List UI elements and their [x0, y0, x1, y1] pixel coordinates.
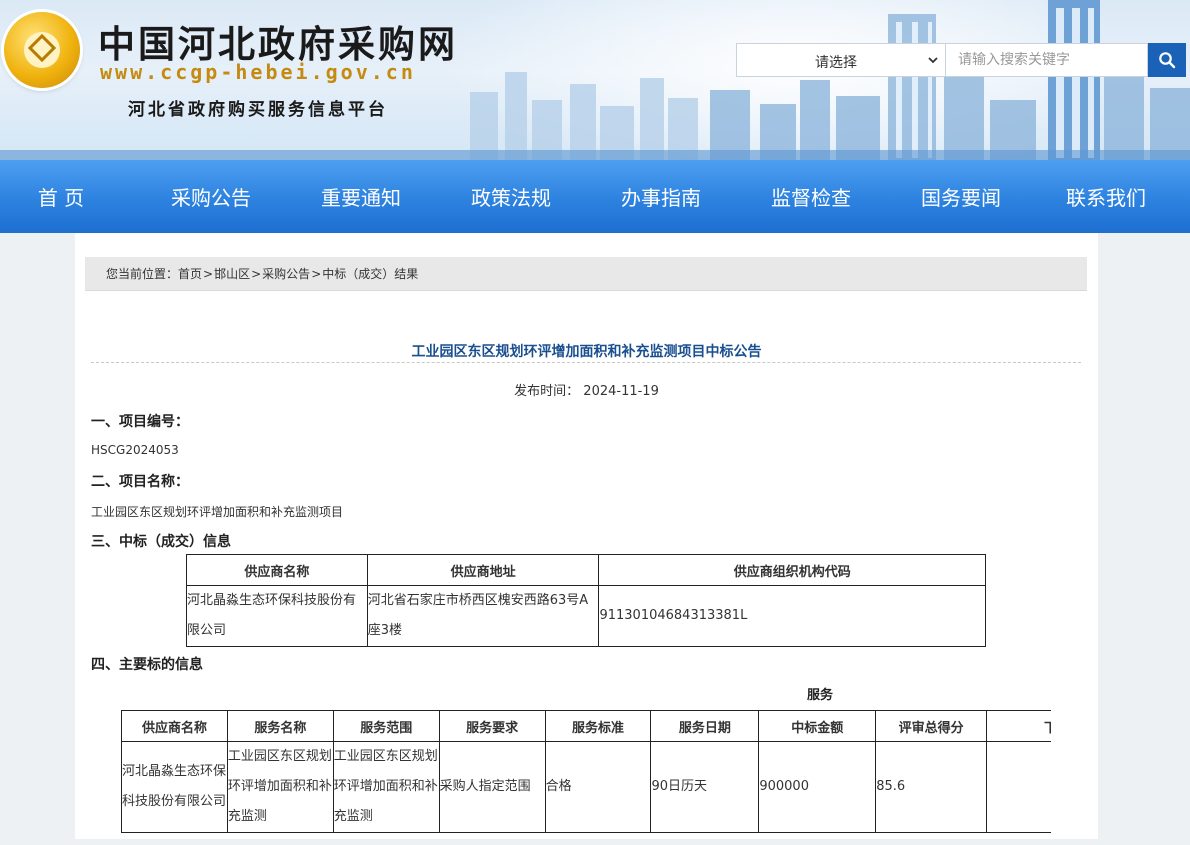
- project-name: 工业园区东区规划环评增加面积和补充监测项目: [91, 505, 344, 519]
- table-header-cell: 服务名称: [226, 710, 334, 742]
- table-header-cell: 评审总得分: [875, 710, 988, 742]
- nav-item-procurement-notice[interactable]: 采购公告: [122, 160, 300, 233]
- nav-item-home[interactable]: 首 页: [0, 160, 122, 233]
- service-name-cell: 工业园区东区规划环评增加面积和补充监测: [226, 741, 334, 833]
- breadcrumb-separator: >: [203, 266, 214, 281]
- breadcrumb-prefix: 您当前位置：: [106, 267, 179, 281]
- table-header-cell: 服务标准: [544, 710, 652, 742]
- section-heading-project-name: 二、项目名称：: [91, 474, 189, 490]
- section-heading-project-code: 一、项目编号：: [91, 414, 189, 430]
- main-nav: 首 页 采购公告 重要通知 政策法规 办事指南 监督检查 国务要闻 联系我们: [0, 160, 1190, 233]
- table-header-cell: 供应商名称: [186, 554, 368, 586]
- search-button[interactable]: [1148, 43, 1186, 77]
- project-code: HSCG2024053: [91, 443, 179, 457]
- table-header-cell: 下浮率: [986, 710, 1051, 742]
- table-header-cell: 供应商地址: [366, 554, 600, 586]
- search-bar: 请选择: [736, 43, 1186, 77]
- service-table-caption: 服务: [807, 688, 834, 703]
- discount-rate-cell: [986, 741, 1051, 833]
- notice-title: 工业园区东区规划环评增加面积和补充监测项目中标公告: [411, 344, 762, 360]
- nav-item-supervision[interactable]: 监督检查: [722, 160, 900, 233]
- nav-item-guide[interactable]: 办事指南: [600, 160, 722, 233]
- publish-date-label: 发布时间：: [514, 384, 580, 399]
- search-input[interactable]: [946, 43, 1148, 77]
- table-row: 河北晶淼生态环保科技股份有限公司 河北省石家庄市桥西区槐安西路63号A座3楼 9…: [186, 585, 986, 647]
- nav-item-policies[interactable]: 政策法规: [422, 160, 600, 233]
- service-table-scroll-area[interactable]: 供应商名称 服务名称 服务范围 服务要求 服务标准 服务日期 中标金额 评审总得…: [121, 710, 1051, 845]
- table-header-cell: 服务范围: [332, 710, 440, 742]
- publish-date: 发布时间： 2024-11-19: [75, 380, 1098, 399]
- breadcrumb-separator: >: [311, 266, 322, 281]
- breadcrumb-separator: >: [251, 266, 262, 281]
- title-divider: [91, 362, 1081, 363]
- site-logo: [4, 12, 80, 88]
- table-header-row: 供应商名称 供应商地址 供应商组织机构代码: [186, 554, 986, 586]
- site-subtitle: 河北省政府购买服务信息平台: [128, 100, 388, 120]
- supplier-code-cell: 91130104684313381L: [598, 585, 986, 647]
- service-scope-cell: 工业园区东区规划环评增加面积和补充监测: [332, 741, 440, 833]
- site-url: www.ccgp-hebei.gov.cn: [100, 60, 416, 84]
- table-header-cell: 供应商名称: [121, 710, 228, 742]
- total-score-cell: 85.6: [875, 741, 988, 833]
- breadcrumb-item-home[interactable]: 首页: [178, 265, 202, 282]
- supplier-name-cell: 河北晶淼生态环保科技股份有限公司: [121, 741, 228, 833]
- header-banner: 中国河北政府采购网 www.ccgp-hebei.gov.cn 河北省政府购买服…: [0, 0, 1190, 160]
- award-amount-cell: 900000: [758, 741, 877, 833]
- table-header-cell: 供应商组织机构代码: [598, 554, 986, 586]
- nav-item-important-notice[interactable]: 重要通知: [300, 160, 422, 233]
- search-category-select[interactable]: 请选择: [736, 43, 946, 77]
- supplier-address-cell: 河北省石家庄市桥西区槐安西路63号A座3楼: [366, 585, 600, 647]
- breadcrumb-item-procurement[interactable]: 采购公告: [262, 265, 310, 282]
- section-heading-award-info: 三、中标（成交）信息: [91, 534, 231, 550]
- service-date-cell: 90日历天: [650, 741, 760, 833]
- table-header-row: 供应商名称 服务名称 服务范围 服务要求 服务标准 服务日期 中标金额 评审总得…: [121, 710, 1051, 742]
- table-header-cell: 服务日期: [650, 710, 760, 742]
- search-icon: [1159, 52, 1176, 69]
- publish-date-value: 2024-11-19: [583, 384, 659, 399]
- table-header-cell: 中标金额: [758, 710, 877, 742]
- supplier-name-cell: 河北晶淼生态环保科技股份有限公司: [186, 585, 368, 647]
- service-standard-cell: 合格: [544, 741, 652, 833]
- breadcrumb-item-district[interactable]: 邯山区: [214, 265, 250, 282]
- service-table: 供应商名称 服务名称 服务范围 服务要求 服务标准 服务日期 中标金额 评审总得…: [121, 710, 1051, 833]
- nav-item-state-news[interactable]: 国务要闻: [900, 160, 1022, 233]
- service-requirement-cell: 采购人指定范围: [438, 741, 546, 833]
- nav-item-contact[interactable]: 联系我们: [1022, 160, 1190, 233]
- table-header-cell: 服务要求: [438, 710, 546, 742]
- breadcrumb: 您当前位置： 首页 > 邯山区 > 采购公告 > 中标（成交）结果: [85, 257, 1087, 291]
- section-heading-main-items: 四、主要标的信息: [91, 657, 203, 673]
- supplier-table: 供应商名称 供应商地址 供应商组织机构代码 河北晶淼生态环保科技股份有限公司 河…: [186, 554, 986, 647]
- table-row: 河北晶淼生态环保科技股份有限公司 工业园区东区规划环评增加面积和补充监测 工业园…: [121, 741, 1051, 833]
- breadcrumb-item-current: 中标（成交）结果: [322, 267, 419, 281]
- content-panel: 您当前位置： 首页 > 邯山区 > 采购公告 > 中标（成交）结果 工业园区东区…: [75, 233, 1098, 839]
- chevron-down-icon: [927, 51, 939, 70]
- search-category-value: 请选择: [815, 55, 857, 71]
